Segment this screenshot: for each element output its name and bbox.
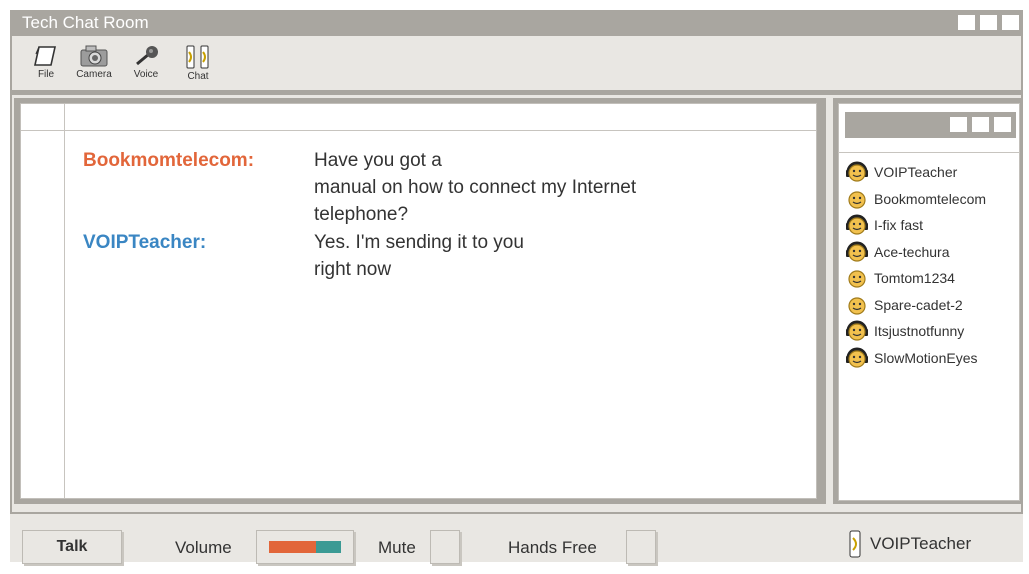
current-user: VOIPTeacher xyxy=(848,527,971,561)
user-name: SlowMotionEyes xyxy=(874,349,978,366)
user-list-close-button[interactable] xyxy=(994,117,1011,132)
message-sender: Bookmomtelecom: xyxy=(83,150,255,171)
volume-level-fill xyxy=(269,541,316,553)
message-text: Have you got a xyxy=(314,150,442,171)
user-list-item[interactable]: Ace-techura xyxy=(845,241,949,263)
user-list-minimize-button[interactable] xyxy=(950,117,967,132)
chat-tool-button[interactable]: Chat xyxy=(172,38,224,88)
user-list-item[interactable]: Bookmomtelecom xyxy=(845,188,986,210)
chat-margin-line xyxy=(64,104,65,498)
user-list-item[interactable]: I-fix fast xyxy=(845,214,923,236)
mute-checkbox[interactable] xyxy=(430,530,460,564)
title-bar: Tech Chat Room xyxy=(10,10,1023,36)
microphone-icon xyxy=(136,46,158,66)
window-title: Tech Chat Room xyxy=(22,13,149,32)
chat-label: Chat xyxy=(187,71,209,82)
file-label: File xyxy=(37,69,55,80)
user-name: VOIPTeacher xyxy=(874,164,958,180)
hands-free-label: Hands Free xyxy=(508,538,597,557)
talk-button[interactable]: Talk xyxy=(22,530,122,564)
user-list-titlebar xyxy=(845,112,1016,138)
user-list-item[interactable]: Tomtom1234 xyxy=(845,267,955,289)
smiley-icon xyxy=(848,190,866,209)
camera-label: Camera xyxy=(76,69,112,80)
toolbar: File Camera Voice Chat xyxy=(14,38,1019,88)
smiley-headset-icon xyxy=(846,161,868,182)
smiley-headset-icon xyxy=(846,347,868,368)
smiley-icon xyxy=(848,296,866,315)
volume-label: Volume xyxy=(175,538,232,557)
message-text: Yes. I'm sending it to you xyxy=(314,232,524,253)
camera-icon xyxy=(80,45,108,67)
user-list-item[interactable]: Spare-cadet-2 xyxy=(845,294,963,316)
user-list-item[interactable]: SlowMotionEyes xyxy=(845,347,978,369)
smiley-headset-icon xyxy=(846,320,868,341)
toolbar-separator xyxy=(10,90,1023,95)
phone-icon xyxy=(849,530,861,558)
user-name: Ace-techura xyxy=(874,243,950,260)
user-name: I-fix fast xyxy=(874,217,924,233)
user-name: Tomtom1234 xyxy=(874,270,955,286)
close-button[interactable] xyxy=(1002,15,1019,30)
file-icon xyxy=(34,46,56,66)
user-name: Bookmomtelecom xyxy=(874,190,987,207)
message-text: telephone? xyxy=(314,204,409,225)
user-list-separator xyxy=(838,152,1020,153)
smiley-icon xyxy=(848,270,866,288)
camera-tool-button[interactable]: Camera xyxy=(68,38,120,88)
file-tool-button[interactable]: File xyxy=(20,38,72,88)
hands-free-checkbox[interactable] xyxy=(626,530,656,564)
message-sender: VOIPTeacher: xyxy=(83,232,207,253)
user-list-maximize-button[interactable] xyxy=(972,117,989,132)
minimize-button[interactable] xyxy=(958,15,975,30)
user-list-item[interactable]: Itsjustnotfunny xyxy=(845,320,964,342)
smiley-headset-icon xyxy=(846,241,868,262)
voice-tool-button[interactable]: Voice xyxy=(120,38,172,88)
user-list-item[interactable]: VOIPTeacher xyxy=(845,161,957,183)
message-text: right now xyxy=(314,259,392,280)
maximize-button[interactable] xyxy=(980,15,997,30)
smiley-headset-icon xyxy=(846,214,868,235)
message-text: manual on how to connect my Internet xyxy=(314,177,637,198)
user-name: Itsjustnotfunny xyxy=(874,323,965,339)
voice-label: Voice xyxy=(133,69,159,80)
current-user-name: VOIPTeacher xyxy=(870,534,972,553)
chat-phones-icon xyxy=(186,45,209,69)
user-name: Spare-cadet-2 xyxy=(874,296,963,313)
chat-header-line xyxy=(21,130,816,131)
mute-label: Mute xyxy=(378,538,416,557)
